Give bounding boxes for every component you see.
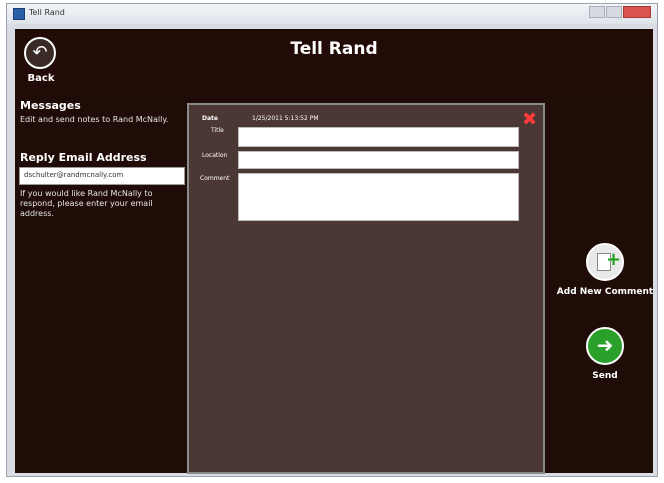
reply-email-input[interactable]: dschulter@randmcnally.com (19, 167, 185, 185)
send-arrow-icon: ➜ (586, 327, 624, 365)
date-value: 1/25/2011 5:13:52 PM (252, 115, 319, 122)
send-label: Send (592, 371, 618, 381)
reply-email-help: If you would like Rand McNally to respon… (20, 189, 153, 218)
window-controls (589, 6, 651, 18)
window-titlebar: Tell Rand (7, 4, 657, 24)
header: ↶ Back Tell Rand (15, 29, 653, 93)
minimize-button[interactable] (589, 6, 605, 18)
maximize-button[interactable] (606, 6, 622, 18)
app-window: Tell Rand ↶ Back Tell Rand Messages Edit… (6, 3, 658, 477)
comment-textarea[interactable] (238, 173, 519, 221)
comment-label: Comment (200, 175, 230, 182)
back-label: Back (27, 73, 55, 84)
add-comment-icon: + (586, 243, 624, 281)
title-label: Title (211, 127, 224, 134)
messages-heading: Messages (20, 99, 81, 112)
close-window-button[interactable] (623, 6, 651, 18)
sidebar: Messages Edit and send notes to Rand McN… (15, 93, 191, 473)
date-label: Date (202, 115, 218, 122)
location-input[interactable] (238, 151, 519, 169)
page-title: Tell Rand (290, 39, 378, 59)
send-button[interactable]: ➜ Send (555, 327, 655, 381)
title-input[interactable] (238, 127, 519, 147)
reply-email-heading: Reply Email Address (20, 151, 147, 164)
app-icon (13, 8, 25, 20)
add-new-comment-button[interactable]: + Add New Comment (555, 243, 655, 297)
location-label: Location (202, 152, 228, 159)
add-comment-label: Add New Comment (556, 287, 654, 297)
close-form-icon[interactable]: ✖ (522, 111, 537, 129)
messages-description: Edit and send notes to Rand McNally. (20, 115, 169, 124)
app-content: ↶ Back Tell Rand Messages Edit and send … (15, 29, 655, 474)
comment-form-panel: Date 1/25/2011 5:13:52 PM ✖ Title Locati… (187, 103, 545, 474)
window-title: Tell Rand (29, 8, 65, 17)
